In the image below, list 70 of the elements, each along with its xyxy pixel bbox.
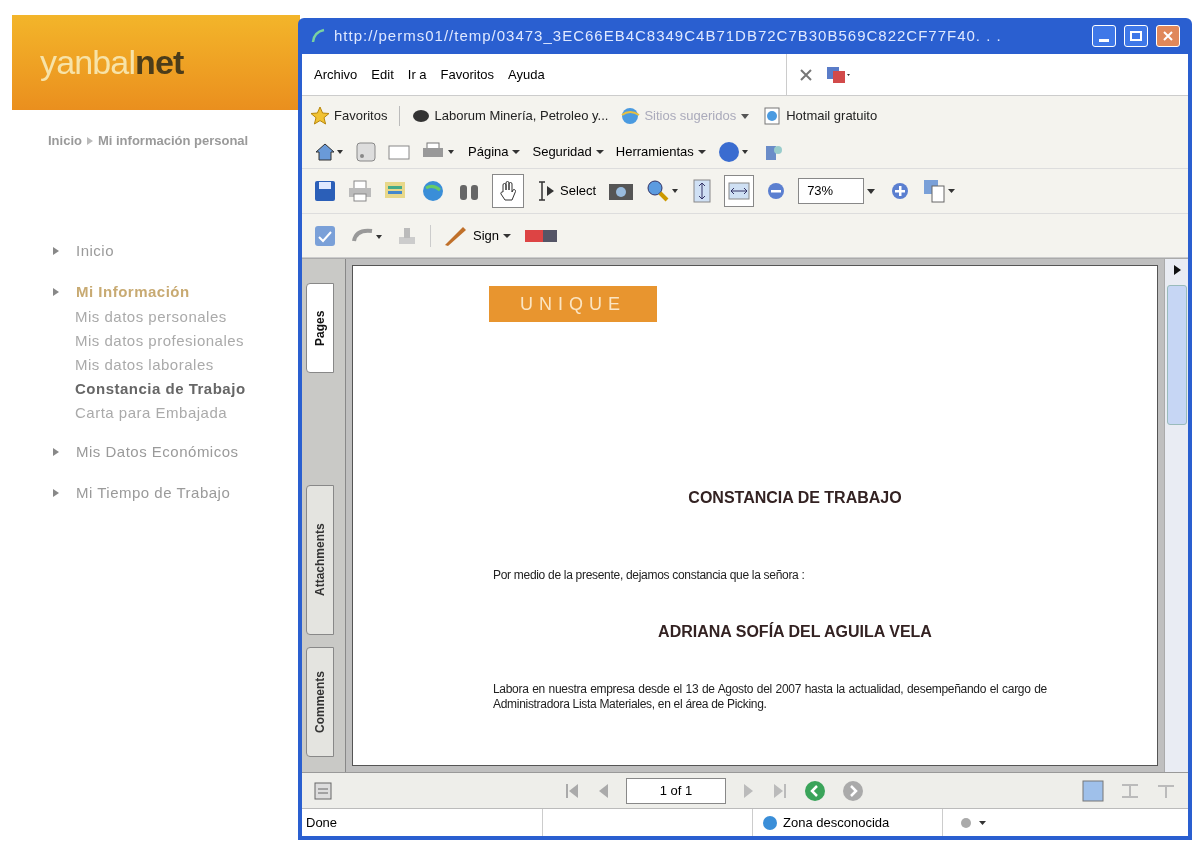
dropdown-arrow-icon	[740, 112, 751, 120]
bullet-arrow-icon	[52, 286, 60, 297]
close-button[interactable]	[1156, 25, 1180, 47]
dropdown-arrow-icon	[512, 149, 521, 155]
sign-button[interactable]: Sign	[430, 224, 512, 247]
favorites-link[interactable]: Favoritos	[310, 106, 388, 126]
zoom-out-icon[interactable]	[766, 181, 787, 201]
site-logo[interactable]: yanbalnet	[40, 37, 184, 88]
globe-icon	[761, 814, 779, 831]
intro-sentence: Por medio de la presente, dejamos constancia que la señora :	[493, 567, 806, 584]
body-paragraph: Labora en nuestra empresa desde el 13 de Agosto del 2007 hasta la actualidad, desempeñando el cargo de Administradora Lista Materiales, en el área de Picking.	[493, 682, 1047, 712]
breadcrumb-arrow-icon	[85, 135, 94, 146]
bullet-arrow-icon	[52, 246, 60, 257]
zoom-icon[interactable]	[646, 179, 681, 203]
favorites-link[interactable]: Hotmail gratuito	[762, 106, 878, 126]
single-page-icon[interactable]	[1082, 779, 1104, 802]
window-title: http://perms01//temp/03473_3EC66EB4C8349C4B71DB72C7B30B569C822CF77F40. . .	[334, 25, 1003, 46]
hand-tool-button[interactable]	[492, 174, 524, 208]
browser-icon	[310, 28, 326, 44]
scrollbar-thumb[interactable]	[1166, 285, 1187, 425]
save-icon[interactable]	[314, 180, 336, 202]
menu-item[interactable]: Favoritos	[440, 64, 495, 85]
select-tool-button[interactable]: Select	[536, 180, 597, 202]
star-icon	[310, 106, 330, 126]
side-tab[interactable]: Comments	[306, 647, 334, 757]
forward-icon[interactable]	[842, 779, 864, 802]
browser-logo-icon	[620, 106, 641, 126]
first-page-icon[interactable]	[564, 781, 580, 800]
zoom-field[interactable]: 73%	[798, 178, 865, 204]
text-cursor-icon	[536, 180, 556, 202]
continuous-page-icon[interactable]	[1120, 781, 1140, 800]
options-icon[interactable]	[314, 781, 332, 800]
document-heading: CONSTANCIA DE TRABAJO	[687, 488, 903, 508]
nav-sublink[interactable]: Constancia de Trabajo	[75, 379, 292, 399]
stop-icon[interactable]	[799, 67, 813, 82]
fit-page-icon[interactable]	[692, 179, 713, 203]
security-zone: Zona desconocida	[783, 813, 890, 832]
command-menu[interactable]: Página	[468, 142, 521, 162]
menu-item[interactable]: Archivo	[314, 64, 358, 85]
bullet-arrow-icon	[52, 447, 60, 458]
menu-item[interactable]: Ayuda	[508, 64, 545, 85]
favorites-link[interactable]: Laborum Minería, Petroleo y...	[399, 106, 609, 126]
globe-icon[interactable]	[422, 180, 446, 202]
home-icon[interactable]	[314, 142, 344, 162]
close-icon	[1163, 31, 1173, 41]
fit-width-button[interactable]	[724, 175, 755, 207]
hand-icon	[498, 180, 518, 202]
employee-name: ADRIANA SOFÍA DEL AGUILA VELA	[657, 621, 933, 642]
menu-item[interactable]: Ir a	[407, 64, 427, 85]
command-menu[interactable]: Seguridad	[532, 142, 604, 162]
page-icon	[762, 106, 783, 126]
pen-icon	[443, 224, 469, 247]
back-icon[interactable]	[804, 779, 826, 802]
scrollbar[interactable]	[1164, 259, 1188, 772]
status-text: Done	[305, 813, 339, 832]
side-tab[interactable]: Attachments	[306, 485, 334, 635]
side-tab[interactable]: Pages	[306, 283, 334, 373]
page-number-field[interactable]: 1 of 1	[626, 777, 726, 804]
command-menu[interactable]: Herramientas	[615, 142, 706, 162]
menu-item[interactable]: Edit	[371, 64, 394, 85]
maximize-button[interactable]	[1124, 25, 1148, 47]
dropdown-arrow-icon	[595, 149, 604, 155]
dropdown-arrow-icon	[503, 232, 512, 239]
last-page-icon[interactable]	[772, 781, 788, 800]
minimize-button[interactable]	[1092, 25, 1116, 47]
dropdown-arrow-icon	[697, 149, 706, 155]
company-logo: UNIQUE	[520, 292, 626, 316]
print-icon[interactable]	[348, 180, 372, 202]
zoom-in-icon[interactable]	[890, 181, 911, 201]
bullet-arrow-icon	[52, 487, 60, 498]
